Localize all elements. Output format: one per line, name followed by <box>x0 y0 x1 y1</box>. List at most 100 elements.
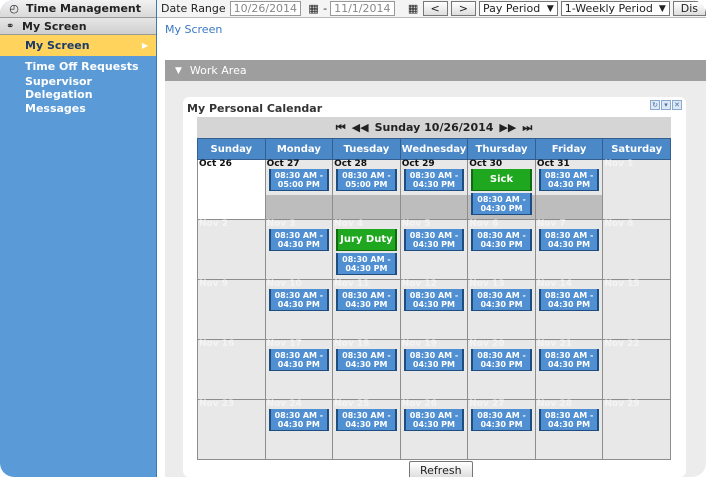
calendar-day-cell[interactable]: Nov 4 Jury Duty 08:30 AM -04:30 PM <box>332 219 401 280</box>
calendar-day-cell[interactable]: Nov 9 <box>197 279 266 340</box>
calendar-day-cell[interactable]: Nov 22 <box>602 339 671 400</box>
refresh-button[interactable]: Refresh <box>409 461 473 477</box>
last-icon[interactable]: ⏭ <box>522 121 532 135</box>
panel-controls: ↻ ▾ ✕ <box>650 100 682 110</box>
shift-event[interactable]: 08:30 AM -04:30 PM <box>538 229 600 251</box>
chevron-down-icon: ▼ <box>175 65 182 76</box>
calendar-icon[interactable]: ▦ <box>307 2 320 15</box>
shift-start: 08:30 AM - <box>477 351 526 360</box>
jury-duty-event[interactable]: Jury Duty <box>336 229 397 251</box>
calendar-day-cell[interactable]: Nov 28 08:30 AM -04:30 PM <box>534 399 604 460</box>
shift-start: 08:30 AM - <box>544 351 594 360</box>
calendar-day-cell[interactable]: Oct 30 Sick 08:30 AM -04:30 PM <box>467 159 536 220</box>
calendar-day-cell[interactable]: Nov 16 <box>197 339 266 400</box>
shift-event[interactable]: 08:30 AM -04:30 PM <box>471 349 532 371</box>
next-icon[interactable]: ▶▶ <box>499 121 516 134</box>
calendar-day-cell[interactable]: Nov 14 08:30 AM -04:30 PM <box>534 279 604 340</box>
shift-event[interactable]: 08:30 AM -04:30 PM <box>538 409 600 431</box>
weekly-period-select[interactable]: 1-Weekly Period ▼ <box>560 1 670 16</box>
shift-event[interactable]: 08:30 AM -04:30 PM <box>268 349 330 371</box>
shift-start: 08:30 AM - <box>342 291 391 300</box>
day-number: Nov 19 <box>401 339 437 349</box>
next-period-button[interactable]: > <box>450 1 476 16</box>
refresh-icon[interactable]: ↻ <box>650 100 660 110</box>
prev-period-button[interactable]: < <box>422 1 448 16</box>
calendar-day-cell[interactable]: Nov 21 08:30 AM -04:30 PM <box>534 339 604 400</box>
shift-start: 08:30 AM - <box>409 171 459 180</box>
day-number: Oct 28 <box>334 159 368 169</box>
shift-event[interactable]: 08:30 AM -04:30 PM <box>403 409 465 431</box>
end-date-input[interactable]: 11/1/2014 <box>330 1 395 16</box>
pay-period-select[interactable]: Pay Period ▼ <box>478 1 558 16</box>
shift-event[interactable]: 08:30 AM -04:30 PM <box>538 349 600 371</box>
calendar-day-cell[interactable]: Oct 28 08:30 AM -05:00 PM <box>332 159 401 220</box>
calendar-day-cell[interactable]: Nov 1 <box>602 159 671 220</box>
shift-event[interactable]: 08:30 AM -04:30 PM <box>403 349 465 371</box>
calendar-day-cell[interactable]: Oct 27 08:30 AM -05:00 PM <box>264 159 334 220</box>
calendar-day-cell[interactable]: Nov 29 <box>602 399 671 460</box>
sidebar-section[interactable]: ⚭ My Screen <box>0 18 156 35</box>
calendar-day-cell[interactable]: Nov 5 08:30 AM -04:30 PM <box>399 219 469 280</box>
calendar-day-cell[interactable]: Oct 26 <box>197 159 266 220</box>
sidebar-item-supervisor-delegation[interactable]: Supervisor Delegation <box>0 75 156 101</box>
shift-event[interactable]: 08:30 AM -04:30 PM <box>336 253 397 275</box>
shift-event[interactable]: 08:30 AM -04:30 PM <box>336 289 397 311</box>
calendar-day-cell[interactable]: Nov 23 <box>197 399 266 460</box>
calendar-day-cell[interactable]: Nov 25 08:30 AM -04:30 PM <box>332 399 401 460</box>
calendar-day-cell[interactable]: Nov 3 08:30 AM -04:30 PM <box>264 219 334 280</box>
cell-fill <box>265 195 333 219</box>
calendar-day-cell[interactable]: Nov 18 08:30 AM -04:30 PM <box>332 339 401 400</box>
shift-event[interactable]: 08:30 AM -05:00 PM <box>268 169 330 191</box>
calendar-day-cell[interactable]: Nov 11 08:30 AM -04:30 PM <box>332 279 401 340</box>
shift-event[interactable]: 08:30 AM -04:30 PM <box>403 169 465 191</box>
sidebar-header[interactable]: ◴ Time Management <box>0 0 156 18</box>
shift-start: 08:30 AM - <box>409 231 459 240</box>
shift-event[interactable]: 08:30 AM -04:30 PM <box>403 229 465 251</box>
first-icon[interactable]: ⏮ <box>336 121 346 135</box>
calendar-panel: My Personal Calendar ↻ ▾ ✕ ⏮ ◀◀ Sunday 1… <box>183 97 686 477</box>
calendar-day-cell[interactable]: Nov 6 08:30 AM -04:30 PM <box>467 219 536 280</box>
calendar-day-cell[interactable]: Nov 27 08:30 AM -04:30 PM <box>467 399 536 460</box>
calendar-day-cell[interactable]: Nov 15 <box>602 279 671 340</box>
shift-event[interactable]: 08:30 AM -04:30 PM <box>471 289 532 311</box>
calendar-day-cell[interactable]: Nov 13 08:30 AM -04:30 PM <box>467 279 536 340</box>
prev-icon[interactable]: ◀◀ <box>352 121 369 134</box>
sidebar-item-messages[interactable]: Messages <box>0 98 156 119</box>
shift-event[interactable]: 08:30 AM -04:30 PM <box>336 349 397 371</box>
calendar-day-cell[interactable]: Nov 2 <box>197 219 266 280</box>
shift-event[interactable]: 08:30 AM -04:30 PM <box>538 169 600 191</box>
calendar-day-cell[interactable]: Nov 12 08:30 AM -04:30 PM <box>399 279 469 340</box>
calendar-day-cell[interactable]: Nov 19 08:30 AM -04:30 PM <box>399 339 469 400</box>
calendar-day-cell[interactable]: Oct 29 08:30 AM -04:30 PM <box>399 159 469 220</box>
display-button[interactable]: Dis <box>672 1 706 16</box>
shift-event[interactable]: 08:30 AM -04:30 PM <box>268 289 330 311</box>
calendar-day-cell[interactable]: Nov 7 08:30 AM -04:30 PM <box>534 219 604 280</box>
sick-event[interactable]: Sick <box>471 169 532 191</box>
shift-event[interactable]: 08:30 AM -04:30 PM <box>403 289 465 311</box>
calendar-day-cell[interactable]: Nov 10 08:30 AM -04:30 PM <box>264 279 334 340</box>
shift-event[interactable]: 08:30 AM -04:30 PM <box>471 409 532 431</box>
collapse-icon[interactable]: ▾ <box>661 100 671 110</box>
shift-event[interactable]: 08:30 AM -04:30 PM <box>538 289 600 311</box>
shift-start: 08:30 AM - <box>342 255 391 264</box>
sidebar-item-my-screen[interactable]: My Screen ▶ <box>0 35 156 56</box>
shift-end: 05:00 PM <box>277 180 320 189</box>
shift-event[interactable]: 08:30 AM -04:30 PM <box>471 229 532 251</box>
calendar-day-cell[interactable]: Nov 20 08:30 AM -04:30 PM <box>467 339 536 400</box>
shift-event[interactable]: 08:30 AM -04:30 PM <box>336 409 397 431</box>
breadcrumb[interactable]: My Screen <box>157 18 706 40</box>
shift-event[interactable]: 08:30 AM -04:30 PM <box>268 229 330 251</box>
calendar-day-cell[interactable]: Nov 8 <box>602 219 671 280</box>
calendar-day-cell[interactable]: Nov 17 08:30 AM -04:30 PM <box>264 339 334 400</box>
work-area-header[interactable]: ▼ Work Area <box>165 60 706 81</box>
shift-event[interactable]: 08:30 AM -04:30 PM <box>268 409 330 431</box>
calendar-day-cell[interactable]: Nov 26 08:30 AM -04:30 PM <box>399 399 469 460</box>
shift-end: 04:30 PM <box>345 300 388 309</box>
start-date-input[interactable]: 10/26/2014 <box>229 1 302 16</box>
calendar-day-cell[interactable]: Nov 24 08:30 AM -04:30 PM <box>264 399 334 460</box>
calendar-day-cell[interactable]: Oct 31 08:30 AM -04:30 PM <box>534 159 604 220</box>
shift-event[interactable]: 08:30 AM -04:30 PM <box>471 193 532 215</box>
calendar-icon[interactable]: ▦ <box>407 2 420 15</box>
close-icon[interactable]: ✕ <box>672 100 682 110</box>
shift-event[interactable]: 08:30 AM -05:00 PM <box>336 169 397 191</box>
